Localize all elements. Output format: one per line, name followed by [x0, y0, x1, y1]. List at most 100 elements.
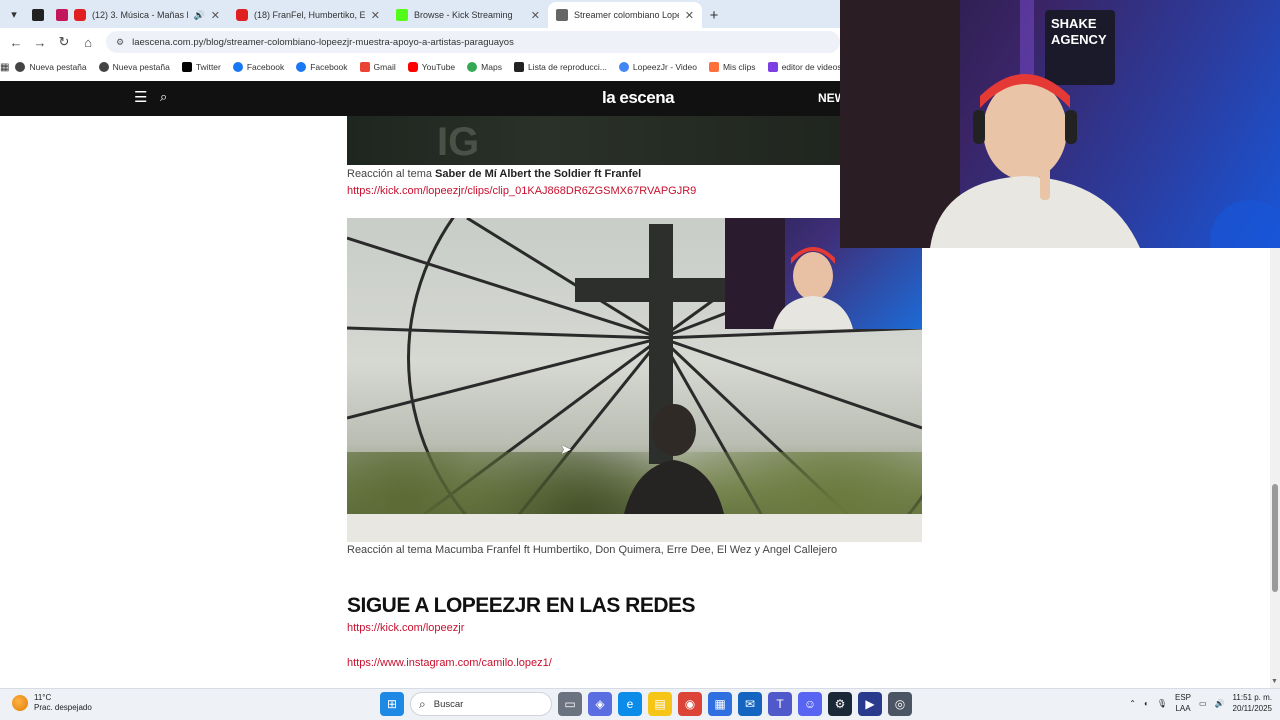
editor-icon: [767, 62, 778, 72]
windows-start-icon[interactable]: ⊞: [380, 692, 404, 716]
url-field[interactable]: ⚙ laescena.com.py/blog/streamer-colombia…: [106, 31, 840, 53]
bookmark-item[interactable]: Nueva pestaña: [9, 62, 92, 72]
close-tab-icon[interactable]: ✕: [685, 9, 694, 22]
scroll-down-arrow-icon[interactable]: ▼: [1271, 678, 1278, 685]
home-icon[interactable]: ⌂: [76, 30, 100, 54]
search-icon[interactable]: ⌕: [160, 89, 176, 105]
bookmark-label: Gmail: [373, 62, 396, 72]
weather-widget[interactable]: 11°C Prac. despejado: [12, 693, 92, 713]
bookmark-item[interactable]: Lista de reproducci...: [508, 62, 613, 72]
bookmark-label: Twitter: [195, 62, 221, 72]
site-info-icon[interactable]: ⚙: [116, 37, 124, 48]
file-explorer-icon[interactable]: ▤: [648, 692, 672, 716]
google-icon: [618, 62, 629, 72]
bookmark-item[interactable]: LopeezJr - Video: [613, 62, 703, 72]
copilot-icon[interactable]: ◈: [588, 692, 612, 716]
address-bar-row: ← → ↻ ⌂ ⚙ laescena.com.py/blog/streamer-…: [0, 28, 840, 56]
clock[interactable]: 11:51 p. m. 20/11/2025: [1233, 692, 1272, 714]
task-view-icon[interactable]: ▭: [558, 692, 582, 716]
bookmark-item[interactable]: YouTube: [402, 62, 461, 72]
tab-kick[interactable]: Browse - Kick Streaming ✕: [388, 2, 548, 28]
forward-icon[interactable]: →: [28, 30, 52, 54]
bookmark-label: Maps: [481, 62, 502, 72]
language-indicator[interactable]: ESP LAA: [1175, 692, 1191, 714]
back-icon[interactable]: ←: [4, 30, 28, 54]
edge-icon[interactable]: e: [618, 692, 642, 716]
tiktok-icon: [513, 62, 524, 72]
bookmark-item[interactable]: Twitter: [176, 62, 227, 72]
bookmark-icon: [15, 62, 26, 72]
bookmark-label: Lista de reproducci...: [527, 62, 607, 72]
folder-icon: [708, 62, 719, 72]
tab-label: Browse - Kick Streaming: [414, 10, 513, 20]
close-tab-icon[interactable]: ✕: [531, 9, 540, 22]
caption-1: Reacción al tema Saber de Mí Albert the …: [347, 168, 641, 180]
bookmark-item[interactable]: Facebook: [290, 62, 353, 72]
obs-icon[interactable]: ▶: [858, 692, 882, 716]
taskbar: 11°C Prac. despejado ⊞ ⌕ Buscar ▭ ◈ e ▤ …: [0, 688, 1280, 720]
page-scrollbar[interactable]: ▼: [1270, 248, 1280, 688]
instagram-link[interactable]: https://www.instagram.com/camilo.lopez1/: [347, 657, 552, 669]
clock-time: 11:51 p. m.: [1232, 693, 1272, 702]
caption-song-title: Saber de Mí Albert the Soldier ft Franfe…: [435, 168, 642, 180]
tab-search-menu[interactable]: ▾: [0, 0, 28, 28]
gmail-icon: [359, 62, 370, 72]
facebook-icon: [296, 62, 307, 72]
bookmark-label: YouTube: [421, 62, 456, 72]
streamer-graphic: SHAKE AGENCY: [840, 0, 1280, 248]
close-tab-icon[interactable]: ✕: [211, 9, 220, 22]
taskbar-search[interactable]: ⌕ Buscar: [410, 692, 552, 716]
section-heading: SIGUE A LOPEEZJR EN LAS REDES: [347, 594, 696, 617]
youtube-icon: [236, 9, 248, 21]
new-tab-button[interactable]: +: [702, 2, 726, 28]
bookmark-item[interactable]: Facebook: [227, 62, 290, 72]
tab-label: (18) FranFel, Humbertiko, El Wi: [254, 10, 365, 20]
teams-icon[interactable]: T: [768, 692, 792, 716]
url-text: laescena.com.py/blog/streamer-colombiano…: [132, 36, 514, 48]
pinned-tab[interactable]: [28, 2, 48, 28]
agency-sign-text: SHAKE: [1051, 16, 1097, 31]
bookmark-icon: [98, 62, 109, 72]
youtube-icon: [74, 9, 86, 21]
tab-musica[interactable]: (12) 3. Música - Mañas Rufi 🔊 ✕: [48, 2, 228, 28]
weather-desc: Prac. despejado: [34, 703, 92, 712]
display-icon[interactable]: ▭: [1199, 699, 1207, 708]
bookmark-label: Facebook: [246, 62, 285, 72]
speaker-icon[interactable]: 🔊: [194, 10, 205, 21]
microphone-icon[interactable]: 🎙: [1157, 699, 1167, 708]
tray-expand-icon[interactable]: ⌃: [1129, 699, 1136, 708]
tray-app-icon[interactable]: ◐: [1144, 699, 1149, 708]
store-icon[interactable]: ▦: [708, 692, 732, 716]
chrome-icon[interactable]: ◉: [678, 692, 702, 716]
facebook-icon: [232, 62, 243, 72]
reload-icon[interactable]: ↻: [52, 30, 76, 54]
mail-icon[interactable]: ✉: [738, 692, 762, 716]
site-logo[interactable]: la escena: [602, 88, 675, 108]
page-icon: [556, 9, 568, 21]
tab-label: (12) 3. Música - Mañas Rufi: [92, 10, 188, 20]
bookmark-item[interactable]: Gmail: [354, 62, 402, 72]
bookmark-item[interactable]: Maps: [461, 62, 508, 72]
maps-pin-icon: [467, 62, 478, 72]
caption-prefix: Reacción al tema: [347, 168, 436, 180]
bookmark-item[interactable]: Nueva pestaña: [93, 62, 176, 72]
weather-temp: 11°C: [34, 693, 52, 702]
menu-icon[interactable]: ☰: [134, 90, 150, 106]
tab-streamer-article[interactable]: Streamer colombiano LopezJr ✕: [548, 2, 702, 28]
app-icon[interactable]: ◎: [888, 692, 912, 716]
scrollbar-thumb[interactable]: [1272, 484, 1278, 592]
site-header: ☰ ⌕ la escena NEW: [0, 81, 846, 116]
volume-icon[interactable]: 🔊: [1215, 699, 1225, 708]
steam-icon[interactable]: ⚙: [828, 692, 852, 716]
tab-franfel[interactable]: (18) FranFel, Humbertiko, El Wi ✕: [228, 2, 388, 28]
mouse-cursor-icon: ➤: [560, 441, 572, 457]
kick-profile-link[interactable]: https://kick.com/lopeezjr: [347, 622, 464, 634]
agency-sign-text: AGENCY: [1051, 32, 1107, 47]
discord-icon[interactable]: ☺: [798, 692, 822, 716]
image-graphic: IG: [437, 120, 480, 164]
apps-grid-icon[interactable]: ▦: [0, 62, 9, 73]
lang-top: ESP: [1175, 693, 1192, 702]
bookmark-item[interactable]: Mis clips: [703, 62, 762, 72]
close-tab-icon[interactable]: ✕: [371, 9, 380, 22]
clip-link[interactable]: https://kick.com/lopeezjr/clips/clip_01K…: [347, 185, 696, 197]
